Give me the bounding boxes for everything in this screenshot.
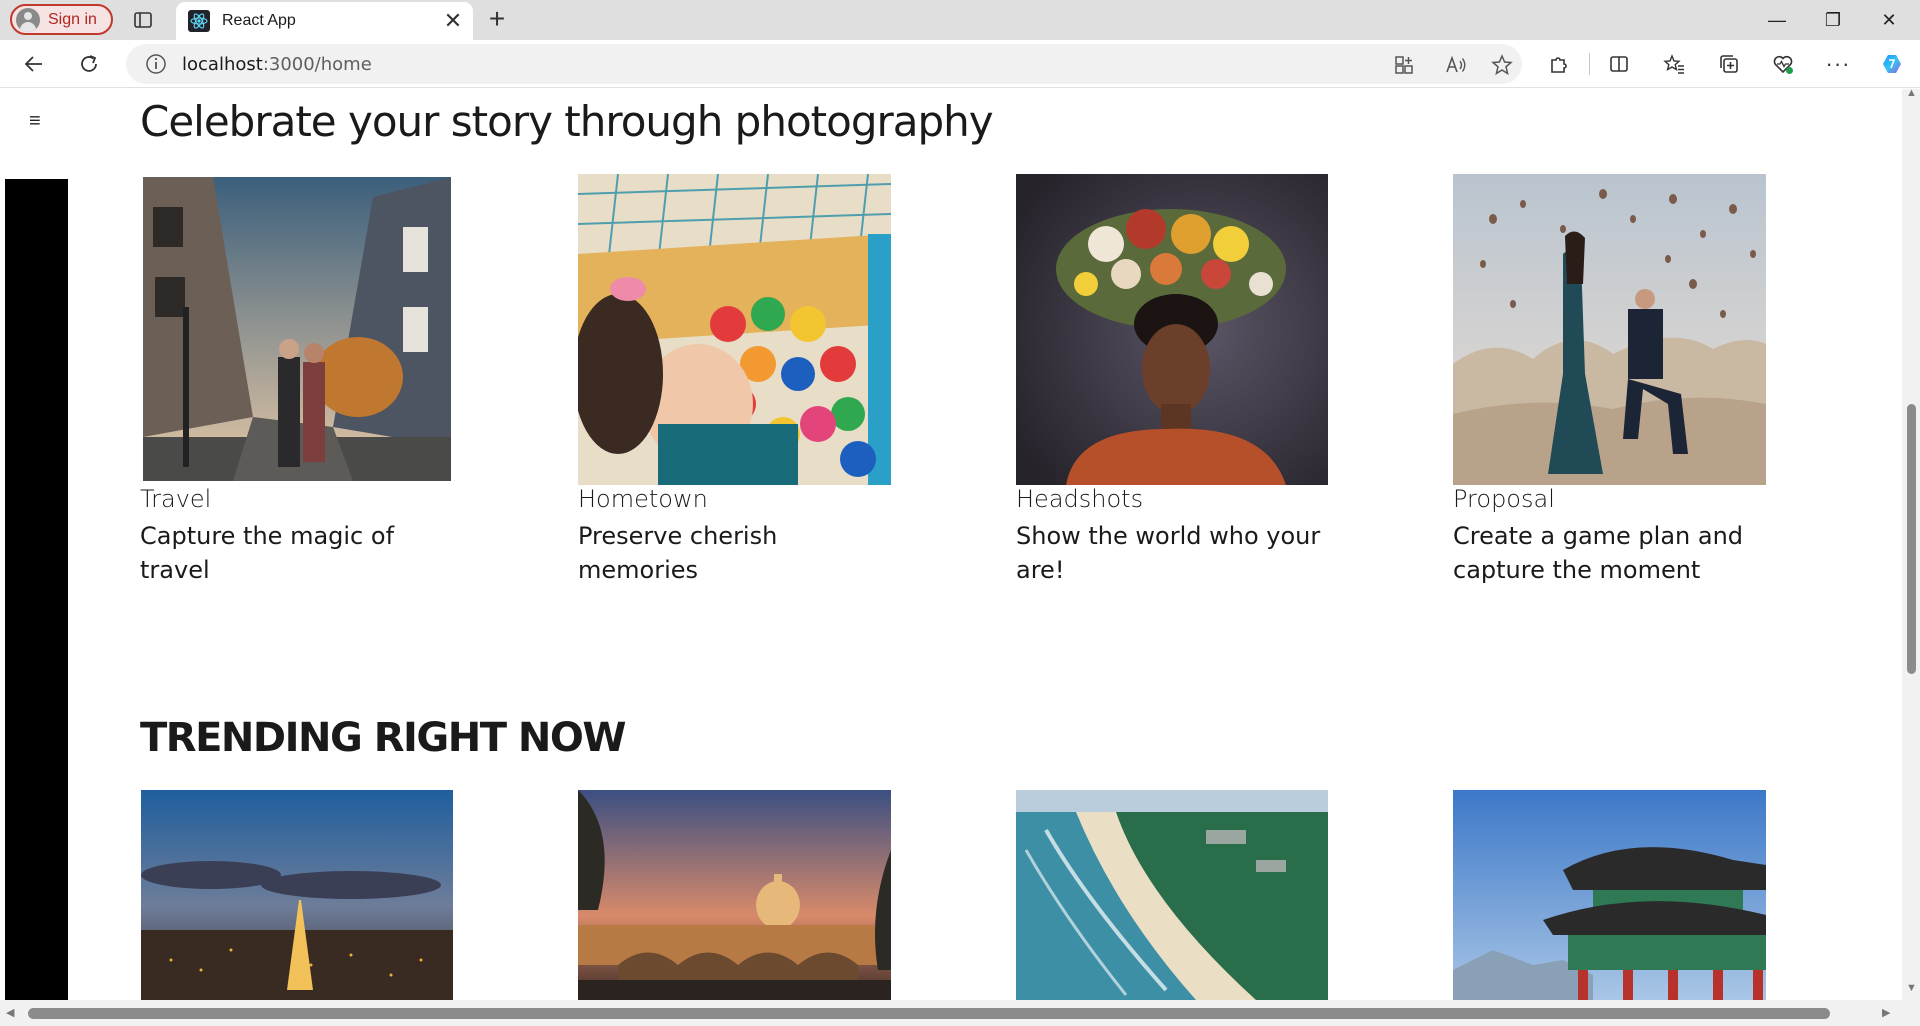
collections-icon bbox=[1720, 55, 1738, 73]
address-bar[interactable]: localhost:3000/home bbox=[126, 44, 1522, 84]
tab-react-app[interactable]: React App ✕ bbox=[176, 2, 473, 40]
trending-item[interactable] bbox=[141, 790, 453, 1000]
travel-photo[interactable] bbox=[143, 177, 451, 481]
sign-in-label: Sign in bbox=[48, 10, 97, 28]
trending-item[interactable] bbox=[1453, 790, 1766, 1000]
scroll-left-arrow-icon[interactable]: ◀ bbox=[6, 1006, 14, 1019]
read-aloud-icon[interactable] bbox=[1444, 53, 1468, 77]
profile-avatar-icon bbox=[16, 7, 40, 32]
vertical-scrollbar[interactable]: ▲ ▼ bbox=[1902, 87, 1920, 1000]
proposal-photo[interactable] bbox=[1453, 174, 1766, 485]
category-title: Headshots bbox=[1016, 485, 1144, 513]
scroll-up-arrow-icon[interactable]: ▲ bbox=[1906, 87, 1917, 99]
category-description: Show the world who your are! bbox=[1016, 522, 1321, 584]
tab-close-icon[interactable]: ✕ bbox=[439, 7, 467, 35]
headshots-photo[interactable] bbox=[1016, 174, 1328, 485]
paris-eiffel-night-photo-icon bbox=[141, 790, 453, 1000]
sign-in-button[interactable]: Sign in bbox=[10, 4, 113, 35]
url-path: :3000/home bbox=[262, 53, 372, 75]
horizontal-scroll-thumb[interactable] bbox=[28, 1008, 1830, 1019]
browser-essentials-button[interactable] bbox=[1767, 48, 1799, 80]
proposal-balloons-photo-icon bbox=[1453, 174, 1766, 485]
category-title: Hometown bbox=[578, 485, 708, 513]
tab-actions-icon[interactable] bbox=[132, 9, 154, 31]
scroll-down-arrow-icon[interactable]: ▼ bbox=[1906, 982, 1917, 994]
category-title: Proposal bbox=[1453, 485, 1555, 513]
puzzle-icon bbox=[1551, 57, 1567, 73]
travel-street-photo-icon bbox=[143, 177, 451, 481]
vertical-scroll-thumb[interactable] bbox=[1907, 404, 1916, 674]
url-host: localhost bbox=[182, 53, 263, 75]
more-options-icon[interactable]: ··· bbox=[1822, 48, 1854, 80]
close-window-button[interactable]: ✕ bbox=[1862, 0, 1916, 40]
react-favicon-icon bbox=[188, 10, 210, 32]
page-heading: Celebrate your story through photography bbox=[140, 97, 994, 146]
category-title: Travel bbox=[140, 485, 212, 513]
korean-palace-photo-icon bbox=[1453, 790, 1766, 1000]
split-screen-icon bbox=[1610, 56, 1628, 72]
side-black-panel bbox=[5, 179, 68, 1000]
category-description: Capture the magic of travel bbox=[140, 522, 395, 584]
trending-item[interactable] bbox=[578, 790, 891, 1000]
extensions-button[interactable] bbox=[1543, 48, 1575, 80]
copilot-icon bbox=[1883, 55, 1901, 73]
hometown-photo[interactable] bbox=[578, 174, 891, 485]
rome-vatican-dusk-photo-icon bbox=[578, 790, 891, 1000]
category-description: Create a game plan and capture the momen… bbox=[1453, 522, 1744, 584]
scroll-right-arrow-icon[interactable]: ▶ bbox=[1882, 1006, 1890, 1019]
new-tab-button[interactable]: + bbox=[482, 5, 512, 35]
category-description: Preserve cherish memories bbox=[578, 522, 778, 584]
refresh-icon bbox=[81, 55, 97, 72]
split-screen-button[interactable] bbox=[1603, 48, 1635, 80]
minimize-button[interactable]: — bbox=[1750, 0, 1804, 40]
portrait-woman-flowers-photo-icon bbox=[1016, 174, 1328, 485]
horizontal-scrollbar[interactable]: ◀ ▶ bbox=[0, 1000, 1920, 1026]
back-arrow-icon bbox=[24, 56, 42, 72]
trending-heading: TRENDING RIGHT NOW bbox=[140, 715, 627, 761]
back-button[interactable] bbox=[18, 48, 50, 80]
tab-title: React App bbox=[222, 12, 296, 29]
hamburger-menu-icon[interactable]: ≡ bbox=[29, 111, 45, 131]
ball-pit-kids-photo-icon bbox=[578, 174, 891, 485]
browser-tab-bar: Sign in React App ✕ + — ❐ ✕ bbox=[0, 0, 1920, 40]
page-viewport: ≡ Celebrate your story through photograp… bbox=[0, 89, 1902, 1000]
restore-button[interactable]: ❐ bbox=[1806, 0, 1860, 40]
collections-button[interactable] bbox=[1713, 48, 1745, 80]
refresh-button[interactable] bbox=[73, 48, 105, 80]
site-info-icon[interactable] bbox=[144, 52, 168, 76]
toolbar-divider bbox=[1589, 53, 1590, 75]
favorites-button[interactable] bbox=[1658, 48, 1690, 80]
favorite-star-icon[interactable] bbox=[1490, 53, 1514, 77]
coastal-beach-aerial-photo-icon bbox=[1016, 790, 1328, 1000]
app-available-icon[interactable] bbox=[1392, 53, 1416, 77]
browser-toolbar: localhost:3000/home ··· bbox=[0, 40, 1920, 88]
url-text: localhost:3000/home bbox=[182, 54, 372, 75]
favorites-list-icon bbox=[1663, 54, 1684, 74]
copilot-button[interactable] bbox=[1876, 48, 1908, 80]
trending-item[interactable] bbox=[1016, 790, 1328, 1000]
heart-pulse-icon bbox=[1773, 55, 1793, 74]
